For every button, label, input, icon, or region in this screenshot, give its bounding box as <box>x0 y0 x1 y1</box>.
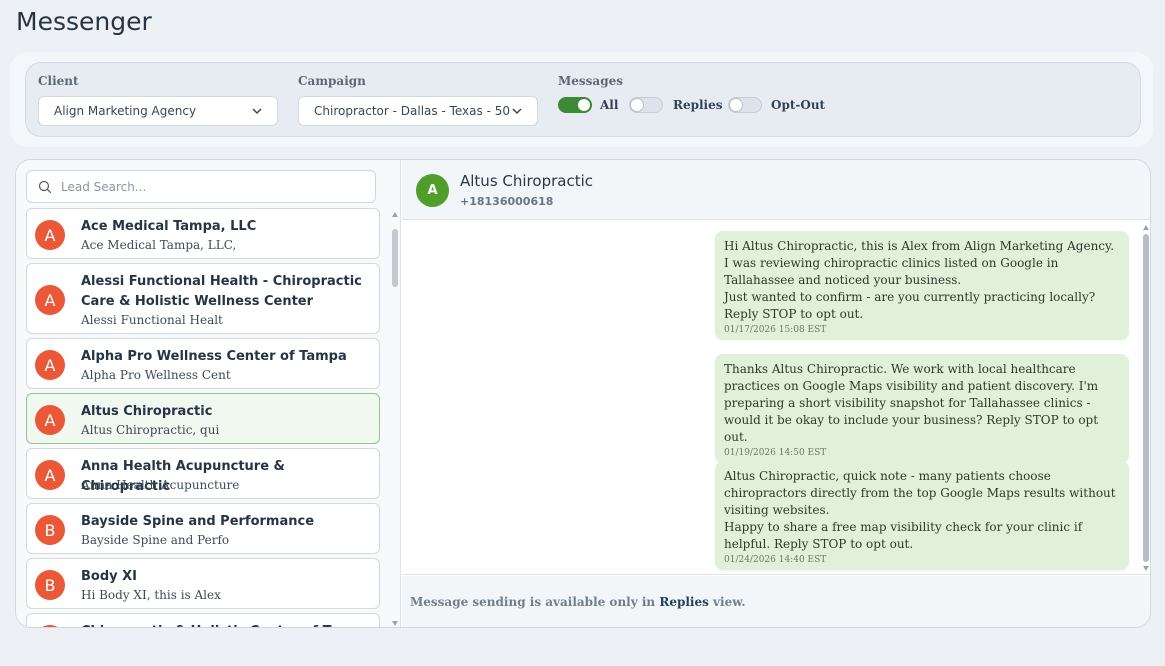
messages-label: Messages <box>558 74 623 88</box>
lead-item[interactable]: A Alpha Pro Wellness Center of Tampa Alpha… <box>26 338 380 389</box>
lead-avatar: A <box>35 220 65 250</box>
toggle-replies[interactable] <box>629 97 663 113</box>
contact-phone: +18136000618 <box>460 195 554 208</box>
message-timestamp: 01/19/2026 14:50 EST <box>724 448 827 458</box>
client-label: Client <box>38 74 79 88</box>
lead-preview: Altus Chiropractic, qui <box>81 423 220 437</box>
chevron-down-icon <box>512 108 522 115</box>
lead-name: Body XI <box>81 569 138 584</box>
sending-note-text: Message sending is available only in <box>410 595 656 609</box>
client-select-value: Align Marketing Agency <box>54 104 197 118</box>
lead-item[interactable]: B Body XI Hi Body XI, this is Alex <box>26 558 380 609</box>
lead-name: Chiropractic & Holistic Center of T <box>81 622 373 627</box>
lead-name: Alessi Functional Health - Chiropractic … <box>81 274 362 309</box>
client-select[interactable]: Align Marketing Agency <box>38 96 278 126</box>
lead-preview: Anna Health Acupuncture <box>81 478 240 492</box>
lead-preview: Alpha Pro Wellness Cent <box>81 368 231 382</box>
message-text: Hi Altus Chiropractic, this is Alex from… <box>724 239 1115 321</box>
lead-name: Altus Chiropractic <box>81 404 213 419</box>
lead-preview: Alessi Functional Healt <box>81 313 223 327</box>
toggle-all[interactable] <box>558 97 592 113</box>
toggle-knob <box>578 99 590 111</box>
toggle-knob <box>631 99 643 111</box>
lead-item[interactable]: A Alessi Functional Health - Chiropractic… <box>26 263 380 334</box>
scrollbar-thumb[interactable] <box>1143 234 1149 562</box>
toggle-label: All <box>600 98 619 112</box>
lead-item[interactable]: A Ace Medical Tampa, LLC Ace Medical Tampa… <box>26 208 380 259</box>
lead-avatar: C <box>35 625 65 627</box>
lead-item[interactable]: C Chiropractic & Holistic Center of T <box>26 613 380 627</box>
toggle-opt-out[interactable] <box>728 97 762 113</box>
scrollbar-thumb[interactable] <box>392 229 398 287</box>
message-timestamp: 01/24/2026 14:40 EST <box>724 555 827 565</box>
lead-name: Bayside Spine and Performance <box>81 514 315 529</box>
lead-preview: Hi Body XI, this is Alex <box>81 588 221 602</box>
message-thread: Hi Altus Chiropractic, this is Alex from… <box>402 221 1150 575</box>
campaign-select-value: Chiropractor - Dallas - Texas - 50 <box>314 104 510 118</box>
lead-name: Ace Medical Tampa, LLC <box>81 219 257 234</box>
lead-avatar: B <box>35 570 65 600</box>
message-text: Altus Chiropractic, quick note - many pa… <box>724 469 1116 551</box>
lead-avatar: A <box>35 285 65 315</box>
chevron-down-icon <box>252 108 262 115</box>
lead-search[interactable] <box>26 170 376 203</box>
chat-header: A Altus Chiropractic +18136000618 <box>402 160 1150 220</box>
lead-name: Alpha Pro Wellness Center of Tampa <box>81 349 347 364</box>
toggle-label: Replies <box>673 98 723 112</box>
search-input[interactable] <box>61 177 361 197</box>
thread-scrollbar[interactable] <box>1143 225 1149 571</box>
page-title: Messenger <box>16 7 152 36</box>
message-bubble: Hi Altus Chiropractic, this is Alex from… <box>715 231 1129 340</box>
lead-avatar: B <box>35 515 65 545</box>
lead-avatar: A <box>35 460 65 490</box>
scroll-up-arrow-icon[interactable] <box>392 212 398 217</box>
replies-link[interactable]: Replies <box>659 595 709 609</box>
scroll-down-arrow-icon[interactable] <box>392 621 398 626</box>
lead-item[interactable]: A Anna Health Acupuncture & Chiropractic A… <box>26 448 380 499</box>
message-text: Thanks Altus Chiropractic. We work with … <box>724 362 1099 444</box>
lead-preview: Bayside Spine and Perfo <box>81 533 230 547</box>
composer-footer: Message sending is available only in Rep… <box>402 576 1150 627</box>
toggle-label: Opt-Out <box>771 98 826 112</box>
lead-list-scrollbar[interactable] <box>392 212 398 626</box>
lead-sidebar: A Ace Medical Tampa, LLC Ace Medical Tampa… <box>16 160 401 627</box>
sending-note-suffix: view. <box>713 595 746 609</box>
toggle-knob <box>730 99 742 111</box>
campaign-select[interactable]: Chiropractor - Dallas - Texas - 50 <box>298 96 538 126</box>
message-timestamp: 01/17/2026 15:08 EST <box>724 325 827 335</box>
lead-list: A Ace Medical Tampa, LLC Ace Medical Tampa… <box>16 208 401 627</box>
scroll-down-arrow-icon[interactable] <box>1143 566 1149 571</box>
message-bubble: Thanks Altus Chiropractic. We work with … <box>715 354 1129 463</box>
lead-preview: Ace Medical Tampa, LLC, <box>81 238 237 252</box>
search-icon <box>38 180 52 194</box>
lead-item[interactable]: A Altus Chiropractic Altus Chiropractic, q… <box>26 393 380 444</box>
sending-note: Message sending is available only in Rep… <box>410 595 746 609</box>
lead-item[interactable]: B Bayside Spine and Performance Bayside Sp… <box>26 503 380 554</box>
scroll-up-arrow-icon[interactable] <box>1143 225 1149 230</box>
messenger-panel: A Ace Medical Tampa, LLC Ace Medical Tampa… <box>15 159 1151 628</box>
message-bubble: Altus Chiropractic, quick note - many pa… <box>715 461 1129 570</box>
campaign-label: Campaign <box>298 74 366 88</box>
lead-avatar: A <box>35 350 65 380</box>
lead-avatar: A <box>35 405 65 435</box>
contact-name: Altus Chiropractic <box>460 172 593 190</box>
contact-avatar: A <box>416 174 449 207</box>
